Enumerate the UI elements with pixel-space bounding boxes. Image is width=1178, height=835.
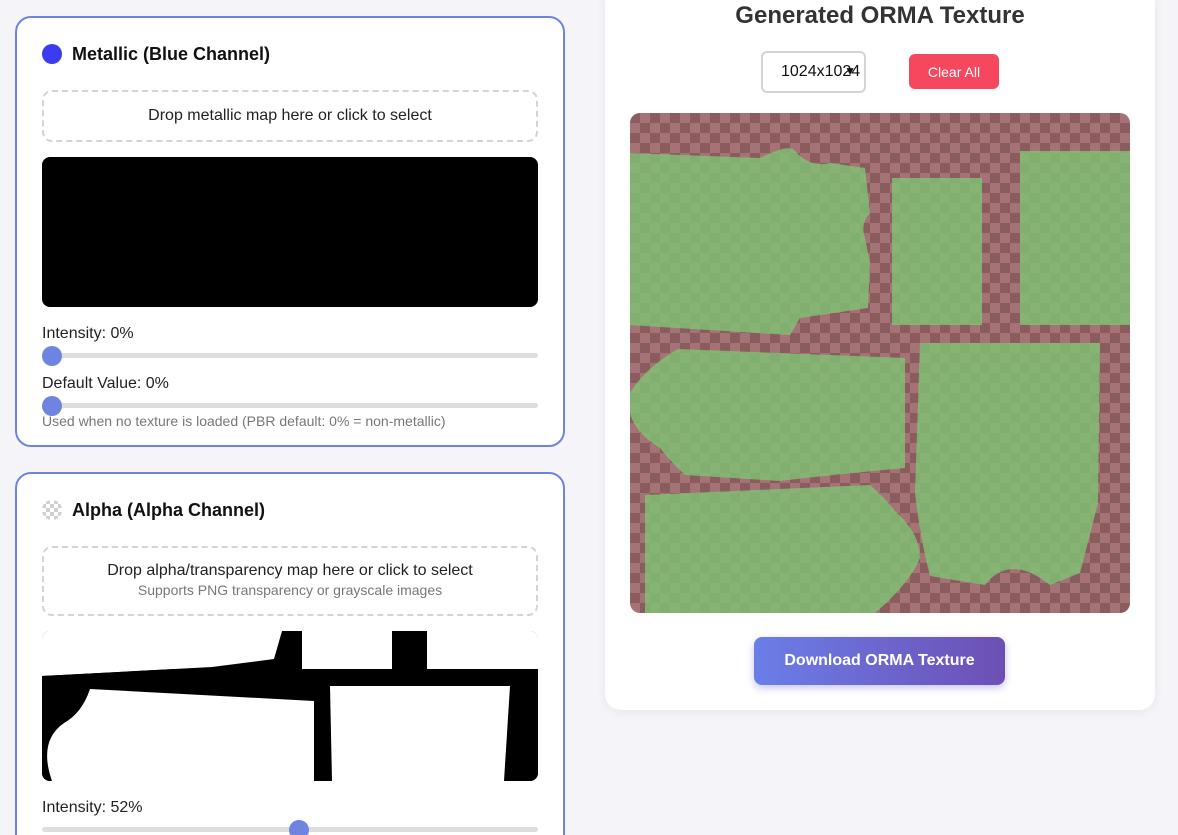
metallic-header: Metallic (Blue Channel) <box>42 18 538 90</box>
alpha-mask-graphic <box>42 631 538 781</box>
alpha-intensity-label: Intensity: 52% <box>42 799 143 816</box>
metallic-default-label: Default Value: 0% <box>42 375 169 392</box>
slider-thumb[interactable] <box>42 346 62 366</box>
download-orma-button[interactable]: Download ORMA Texture <box>754 637 1005 685</box>
alpha-drop-zone[interactable]: Drop alpha/transparency map here or clic… <box>42 546 538 616</box>
blue-channel-dot-icon <box>42 44 62 64</box>
alpha-intensity-slider[interactable] <box>42 819 538 835</box>
slider-thumb[interactable] <box>42 396 62 416</box>
slider-track <box>42 353 538 358</box>
alpha-card: Alpha (Alpha Channel) Drop alpha/transpa… <box>15 472 565 835</box>
chevron-down-icon: ▼ <box>844 64 856 78</box>
alpha-title: Alpha (Alpha Channel) <box>72 499 265 520</box>
resolution-select[interactable]: 1024x1024 ▼ <box>761 51 866 93</box>
orma-texture-graphic <box>630 148 1130 613</box>
metallic-title: Metallic (Blue Channel) <box>72 43 271 64</box>
metallic-drop-text: Drop metallic map here or click to selec… <box>148 107 432 124</box>
metallic-default-slider[interactable] <box>42 395 538 416</box>
alpha-preview-image <box>42 631 538 781</box>
output-title: Generated ORMA Texture <box>735 2 1025 29</box>
alpha-header: Alpha (Alpha Channel) <box>42 474 538 546</box>
metallic-card: Metallic (Blue Channel) Drop metallic ma… <box>15 16 565 447</box>
alpha-drop-subtext: Supports PNG transparency or grayscale i… <box>137 582 443 598</box>
metallic-default-hint: Used when no texture is loaded (PBR defa… <box>42 413 446 429</box>
metallic-intensity-label: Intensity: 0% <box>42 325 134 342</box>
output-panel: Generated ORMA Texture 1024x1024 ▼ Clear… <box>605 0 1155 710</box>
slider-thumb[interactable] <box>289 820 309 835</box>
alpha-drop-text: Drop alpha/transparency map here or clic… <box>107 562 473 579</box>
orma-texture-preview <box>630 113 1130 613</box>
clear-all-button[interactable]: Clear All <box>909 54 999 89</box>
metallic-intensity-slider[interactable] <box>42 345 538 366</box>
metallic-drop-zone[interactable]: Drop metallic map here or click to selec… <box>42 90 538 142</box>
metallic-preview-image <box>42 157 538 307</box>
transparency-checker-icon <box>42 500 62 520</box>
slider-track <box>42 403 538 408</box>
